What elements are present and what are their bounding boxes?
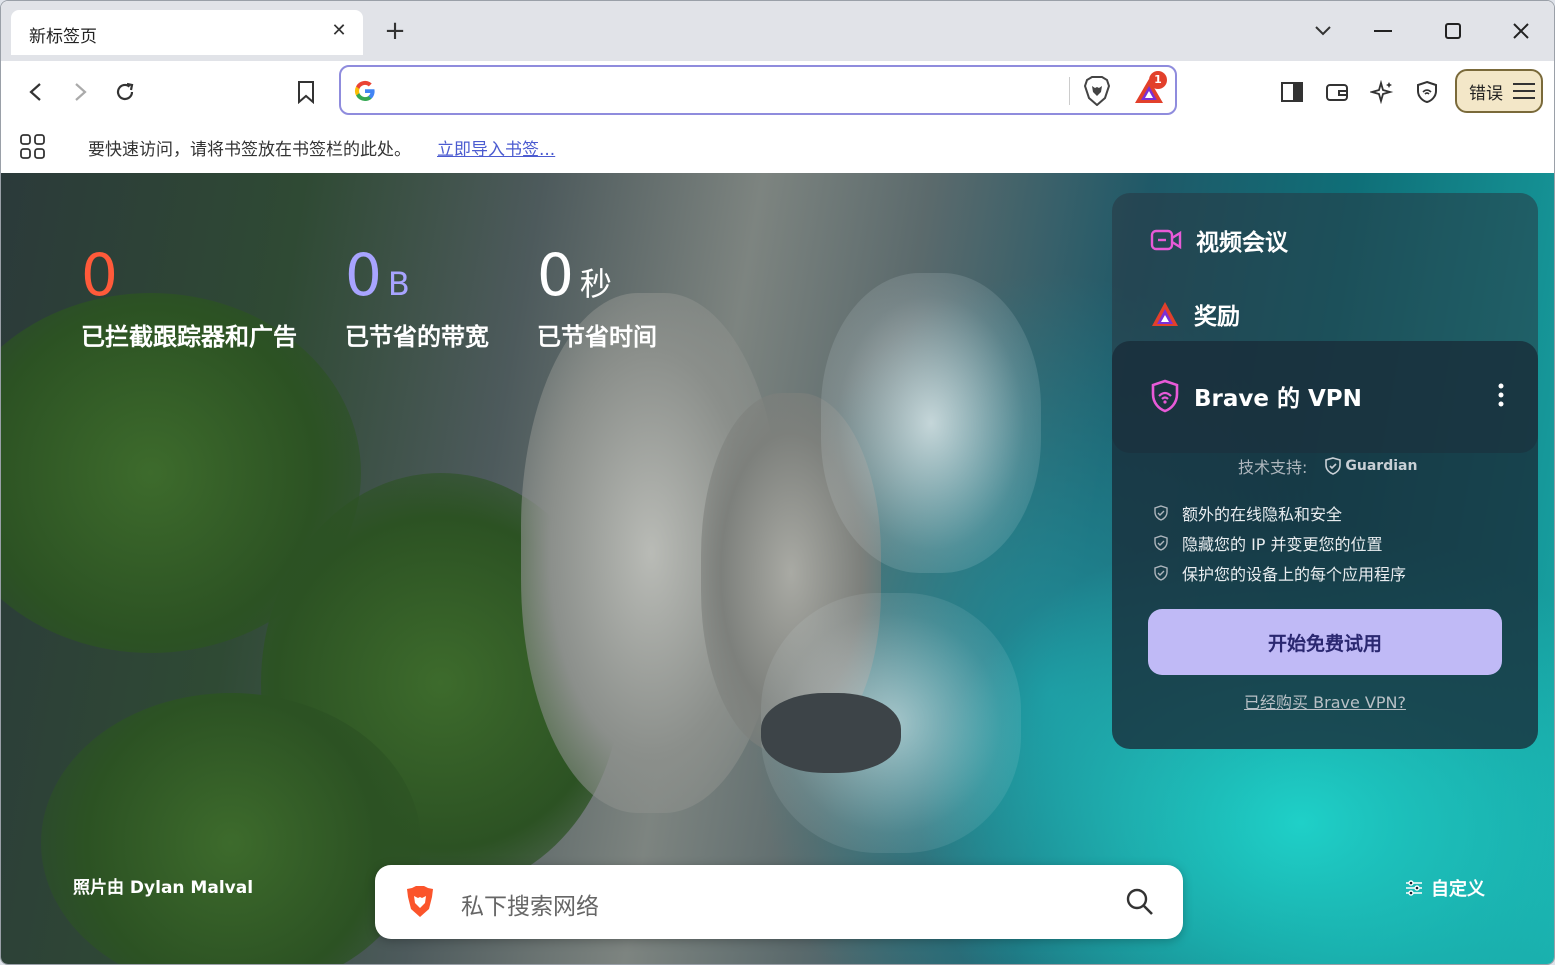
stat-value: 0 <box>345 241 382 309</box>
rewards-badge: 1 <box>1149 71 1167 89</box>
vpn-widget: Brave 的 VPN 技术支持: Guardian 额外的在线隐私和安全 隐藏… <box>1112 341 1538 749</box>
photo-credit[interactable]: 照片由 Dylan Malval <box>73 873 253 898</box>
bookmark-icon[interactable] <box>289 75 323 109</box>
customize-label: 自定义 <box>1431 879 1485 900</box>
error-menu-button[interactable]: 错误 <box>1455 69 1543 113</box>
vpn-feature: 保护您的设备上的每个应用程序 <box>1154 561 1406 585</box>
vpn-feature: 额外的在线隐私和安全 <box>1154 501 1342 525</box>
vpn-feature-text: 保护您的设备上的每个应用程序 <box>1182 565 1407 584</box>
tab-title: 新标签页 <box>29 27 97 47</box>
leo-ai-icon[interactable] <box>1365 75 1399 109</box>
browser-window: 新标签页 ✕ + 1 错误 要快速访问，请将书签放在书签栏的此处。 立即导入书签… <box>0 0 1555 965</box>
customize-button[interactable]: 自定义 <box>1405 875 1485 901</box>
stat-bandwidth-saved: 0B 已节省的带宽 <box>345 243 489 352</box>
back-icon[interactable] <box>19 75 53 109</box>
vpn-shield-icon <box>1151 379 1179 413</box>
more-options-icon[interactable] <box>1498 383 1504 407</box>
check-shield-icon <box>1154 535 1168 551</box>
vpn-title: Brave 的 VPN <box>1150 379 1362 413</box>
error-label: 错误 <box>1469 83 1503 104</box>
widget-video-label: 视频会议 <box>1196 230 1288 256</box>
guardian-shield-icon <box>1325 457 1342 475</box>
reload-icon[interactable] <box>108 75 142 109</box>
stat-label: 已拦截跟踪器和广告 <box>81 323 297 351</box>
close-window-icon[interactable] <box>1503 15 1539 47</box>
vpn-title-text: Brave 的 VPN <box>1194 386 1362 412</box>
stat-unit: 秒 <box>579 265 612 303</box>
widget-video-call[interactable]: 视频会议 <box>1150 223 1288 257</box>
tab-strip: 新标签页 ✕ + <box>1 1 1554 61</box>
stat-label: 已节省的带宽 <box>345 323 489 351</box>
stat-value: 0 <box>81 241 118 309</box>
widget-rewards-label: 奖励 <box>1194 304 1240 330</box>
stat-trackers-blocked: 0 已拦截跟踪器和广告 <box>81 243 297 352</box>
search-placeholder: 私下搜索网络 <box>461 894 599 920</box>
sidebar-icon[interactable] <box>1275 75 1309 109</box>
stat-time-saved: 0秒 已节省时间 <box>537 243 657 352</box>
background-rocks <box>761 693 901 773</box>
vpn-support: 技术支持: Guardian <box>1238 454 1417 478</box>
brave-logo-icon <box>407 886 433 917</box>
guardian-brand: Guardian <box>1345 458 1418 474</box>
search-box[interactable]: 私下搜索网络 <box>375 865 1183 939</box>
stat-label: 已节省时间 <box>537 323 657 351</box>
apps-grid-icon[interactable] <box>19 133 47 161</box>
bookmarks-bar: 要快速访问，请将书签放在书签栏的此处。 立即导入书签... <box>1 123 1554 173</box>
sliders-icon <box>1406 880 1422 896</box>
stat-unit: B <box>387 265 410 303</box>
already-purchased-link[interactable]: 已经购买 Brave VPN? <box>1112 689 1538 713</box>
check-shield-icon <box>1154 505 1168 521</box>
hamburger-menu-icon <box>1513 83 1535 99</box>
vpn-support-label: 技术支持: <box>1238 458 1308 477</box>
search-icon[interactable] <box>1125 887 1155 917</box>
tab-search-chevron-icon[interactable] <box>1305 15 1341 47</box>
google-icon <box>354 80 375 102</box>
vpn-shield-icon[interactable] <box>1410 75 1444 109</box>
omnibox-divider <box>1069 77 1070 105</box>
close-tab-icon[interactable]: ✕ <box>329 21 349 41</box>
stat-value: 0 <box>537 241 574 309</box>
vpn-feature-text: 额外的在线隐私和安全 <box>1182 505 1343 524</box>
tab-new-tab[interactable]: 新标签页 ✕ <box>11 10 363 55</box>
forward-icon[interactable] <box>63 75 97 109</box>
wallet-icon[interactable] <box>1320 75 1354 109</box>
maximize-icon[interactable] <box>1435 15 1471 47</box>
check-shield-icon <box>1154 565 1168 581</box>
import-bookmarks-link[interactable]: 立即导入书签... <box>437 135 555 160</box>
guardian-logo: Guardian <box>1325 457 1417 475</box>
rewards-triangle-icon <box>1152 302 1178 326</box>
background-surf <box>821 273 1041 573</box>
brave-shields-icon[interactable] <box>1083 76 1111 106</box>
widget-rewards[interactable]: 奖励 <box>1150 297 1240 331</box>
vpn-feature: 隐藏您的 IP 并变更您的位置 <box>1154 531 1383 555</box>
start-free-trial-button[interactable]: 开始免费试用 <box>1148 609 1502 675</box>
minimize-icon[interactable] <box>1365 15 1401 47</box>
address-bar[interactable]: 1 <box>339 65 1177 115</box>
new-tab-page: 0 已拦截跟踪器和广告 0B 已节省的带宽 0秒 已节省时间 视频会议 奖励 B… <box>1 173 1554 964</box>
toolbar: 1 错误 <box>1 61 1554 123</box>
video-camera-icon <box>1150 229 1182 251</box>
vpn-feature-text: 隐藏您的 IP 并变更您的位置 <box>1182 535 1383 554</box>
new-tab-button[interactable]: + <box>381 17 409 45</box>
bookmarks-hint: 要快速访问，请将书签放在书签栏的此处。 <box>88 140 411 160</box>
